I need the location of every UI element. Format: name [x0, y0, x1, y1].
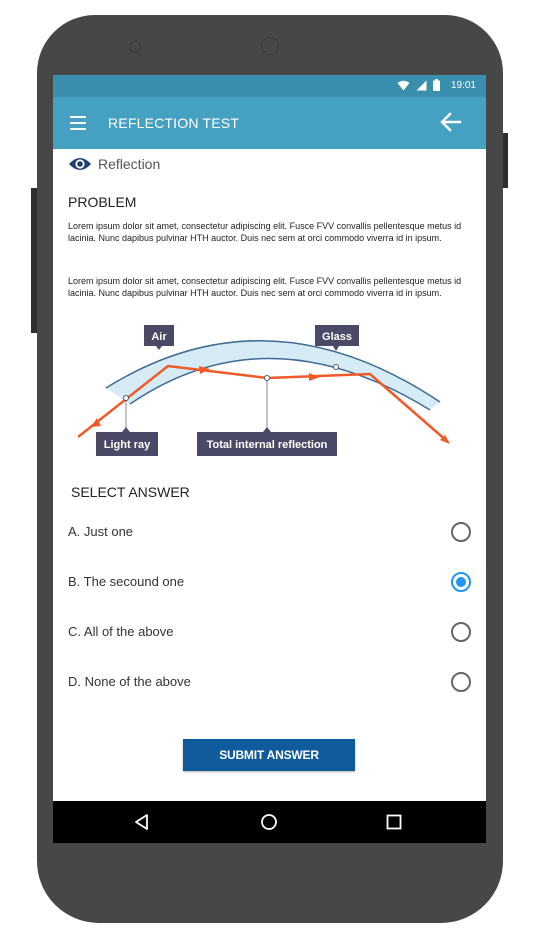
phone-screen: 19:01 REFLECTION TEST Reflection PROBLEM… — [53, 75, 486, 843]
side-button-left — [31, 188, 37, 333]
select-answer-heading: SELECT ANSWER — [71, 484, 190, 500]
glass-point — [333, 364, 339, 370]
battery-icon — [433, 79, 440, 91]
problem-paragraph: Lorem ipsum dolor sit amet, consectetur … — [68, 276, 462, 298]
breadcrumb: Reflection — [68, 155, 160, 173]
nav-home-icon[interactable] — [259, 812, 279, 832]
menu-icon[interactable] — [70, 116, 86, 130]
answer-label: D. None of the above — [68, 674, 191, 689]
phone-sensor — [129, 41, 141, 53]
radio-button[interactable] — [451, 522, 471, 542]
radio-button[interactable] — [451, 672, 471, 692]
submit-answer-button[interactable]: SUBMIT ANSWER — [183, 739, 355, 771]
answer-option-d[interactable]: D. None of the above — [53, 659, 486, 709]
answer-label: B. The secound one — [68, 574, 185, 589]
reflection-diagram: Air Glass Light ray Total internal refle… — [78, 325, 450, 456]
phone-camera — [261, 37, 279, 55]
nav-recents-icon[interactable] — [384, 812, 404, 832]
status-time: 19:01 — [450, 80, 476, 91]
nav-back-icon[interactable] — [132, 812, 152, 832]
eye-icon — [69, 158, 91, 170]
answer-option-a[interactable]: A. Just one — [53, 509, 486, 559]
svg-text:Total internal reflection: Total internal reflection — [207, 439, 328, 451]
reflection-point — [264, 375, 270, 381]
radio-button-selected[interactable] — [451, 572, 471, 592]
glass-label: Glass — [315, 325, 359, 351]
signal-icon — [416, 80, 427, 90]
problem-paragraph: Lorem ipsum dolor sit amet, consectetur … — [68, 221, 462, 243]
wifi-icon — [397, 80, 410, 90]
problem-heading: PROBLEM — [68, 194, 137, 210]
light-ray-label: Light ray — [96, 427, 158, 456]
back-arrow-icon[interactable] — [439, 110, 463, 134]
total-internal-reflection-label: Total internal reflection — [197, 427, 337, 456]
incidence-point — [123, 395, 129, 401]
air-label: Air — [144, 325, 174, 350]
answer-option-b[interactable]: B. The secound one — [53, 559, 486, 609]
radio-button[interactable] — [451, 622, 471, 642]
system-nav-bar — [53, 801, 486, 843]
answer-option-c[interactable]: C. All of the above — [53, 609, 486, 659]
side-button-right — [503, 133, 508, 188]
ray-arrow — [309, 373, 320, 381]
page-title: REFLECTION TEST — [108, 115, 240, 131]
svg-text:Light ray: Light ray — [104, 439, 151, 451]
breadcrumb-label: Reflection — [98, 156, 161, 172]
answer-label: A. Just one — [68, 524, 134, 539]
answer-label: C. All of the above — [68, 624, 174, 639]
status-bar: 19:01 — [53, 75, 486, 97]
svg-text:Air: Air — [151, 331, 167, 343]
svg-text:Glass: Glass — [322, 331, 352, 343]
app-bar: REFLECTION TEST — [53, 97, 486, 149]
